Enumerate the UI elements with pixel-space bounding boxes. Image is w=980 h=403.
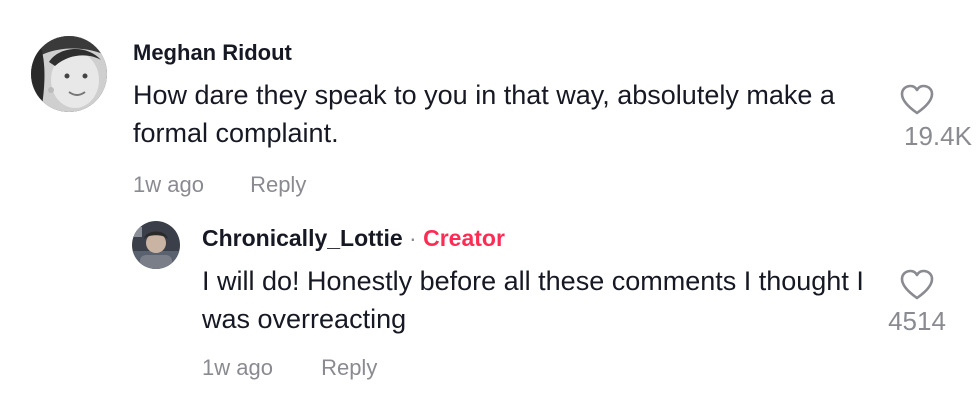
reply-avatar[interactable] bbox=[132, 221, 180, 269]
reply-meta: 1w ago Reply bbox=[202, 355, 377, 381]
commenter-avatar[interactable] bbox=[31, 36, 107, 112]
reply-item: Chronically_Lottie · Creator I will do! … bbox=[0, 215, 980, 403]
reply-button[interactable]: Reply bbox=[321, 355, 377, 380]
reply-timestamp: 1w ago bbox=[202, 355, 273, 380]
heart-icon[interactable] bbox=[900, 84, 934, 115]
reply-username-text[interactable]: Chronically_Lottie bbox=[202, 225, 403, 251]
like-count: 4514 bbox=[888, 306, 946, 336]
reply-button[interactable]: Reply bbox=[250, 172, 306, 197]
avatar-photo-icon bbox=[31, 36, 107, 112]
comment-timestamp: 1w ago bbox=[133, 172, 204, 197]
comment-username[interactable]: Meghan Ridout bbox=[133, 40, 292, 66]
avatar-photo-icon bbox=[132, 221, 180, 269]
creator-separator: · bbox=[402, 225, 424, 251]
comment-item: Meghan Ridout How dare they speak to you… bbox=[0, 0, 980, 215]
creator-badge: Creator bbox=[423, 225, 505, 251]
comment-text: How dare they speak to you in that way, … bbox=[133, 80, 835, 149]
comment-meta: 1w ago Reply bbox=[133, 172, 306, 198]
comment-like[interactable]: 19.4K bbox=[872, 84, 972, 152]
like-count: 19.4K bbox=[904, 121, 972, 151]
reply-like[interactable]: 4514 bbox=[872, 269, 962, 337]
reply-text: I will do! Honestly before all these com… bbox=[202, 266, 864, 335]
reply-username[interactable]: Chronically_Lottie · Creator bbox=[202, 225, 505, 252]
heart-icon[interactable] bbox=[900, 269, 934, 300]
